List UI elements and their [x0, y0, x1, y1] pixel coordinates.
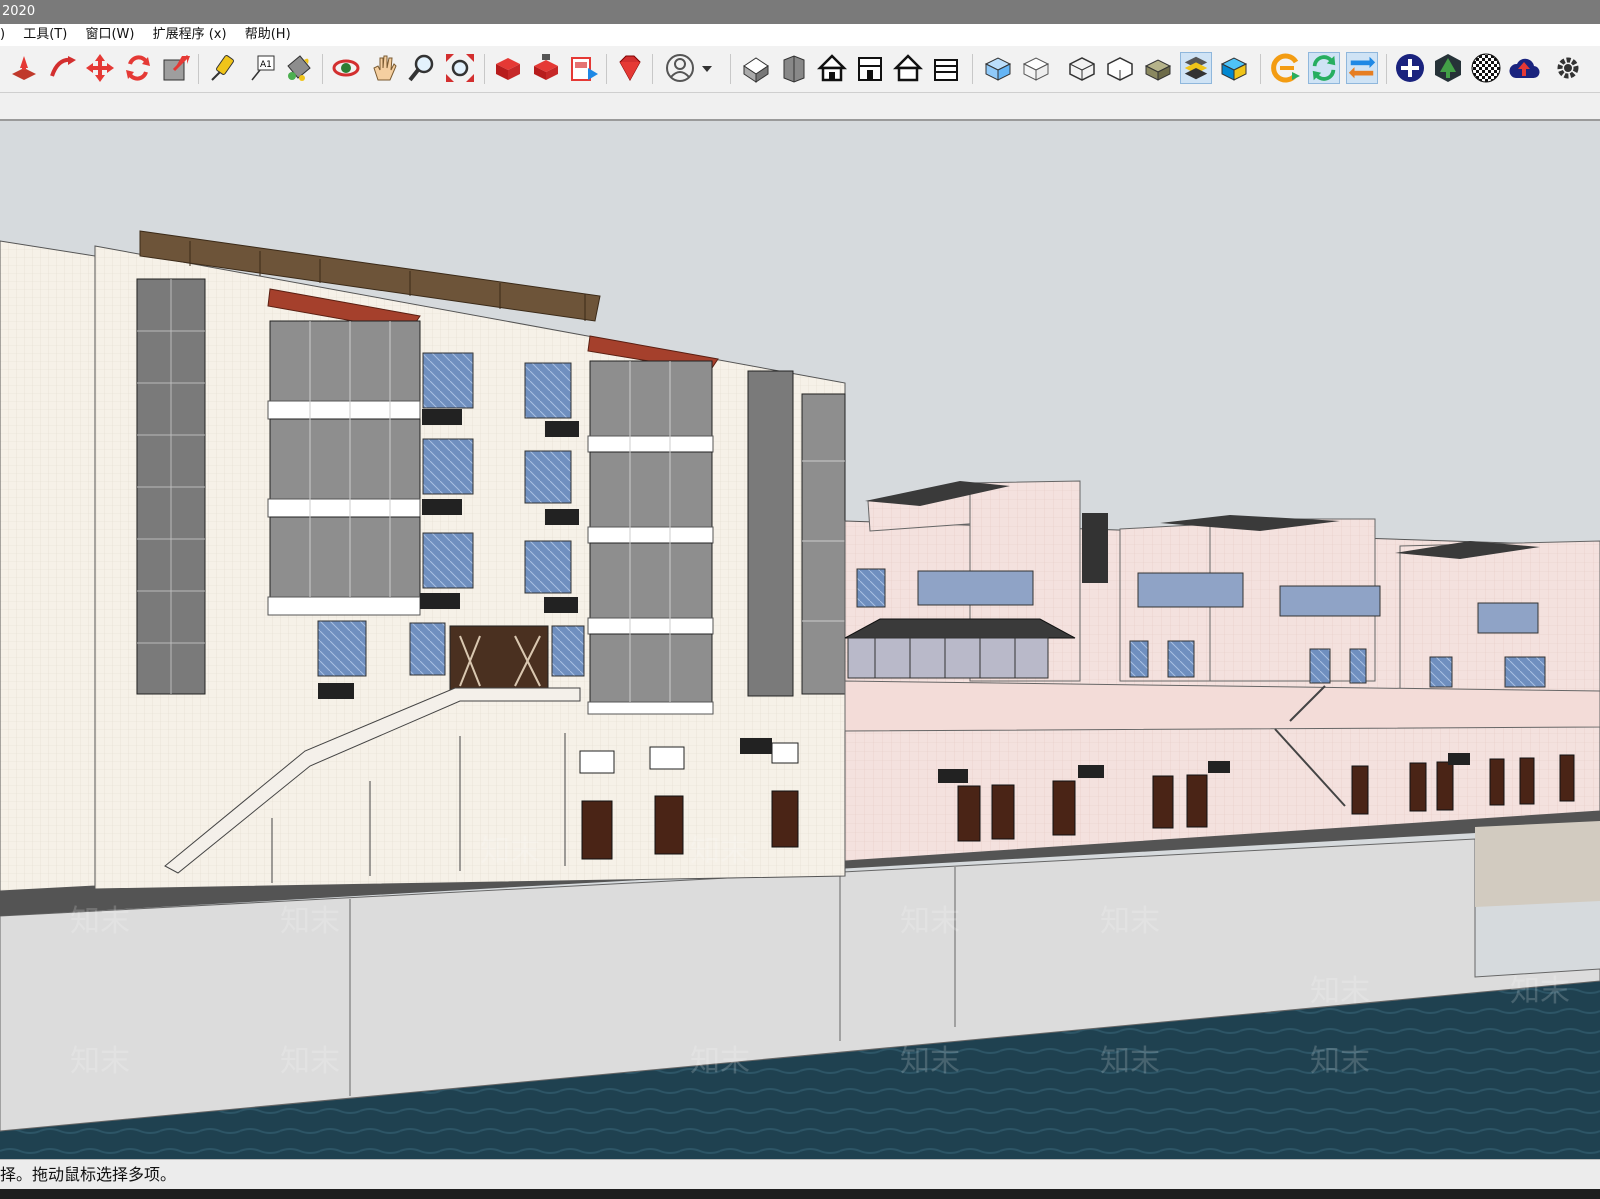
extension-warehouse-icon[interactable] — [530, 52, 562, 84]
orbit-icon[interactable] — [330, 52, 362, 84]
wireframe-icon[interactable] — [1066, 52, 1098, 84]
toolbar-separator — [198, 54, 199, 84]
status-text: 择。拖动鼠标选择多项。 — [0, 1165, 177, 1184]
watermark: 知末 — [70, 904, 130, 939]
watermark: 知末 — [480, 834, 540, 869]
text-label-icon[interactable]: A1 — [246, 52, 278, 84]
move-icon[interactable] — [84, 52, 116, 84]
back-view-icon[interactable] — [892, 52, 924, 84]
toolbar-separator — [972, 54, 973, 84]
right-view-icon[interactable] — [854, 52, 886, 84]
menu-window[interactable]: 窗口(W) — [85, 24, 134, 46]
shaded-textures-icon[interactable] — [1180, 52, 1212, 84]
scale-icon[interactable] — [160, 52, 192, 84]
tree-icon[interactable] — [1432, 52, 1464, 84]
toolbar-separator — [1260, 54, 1261, 84]
3d-warehouse-icon[interactable] — [492, 52, 524, 84]
plugin-e-icon[interactable] — [1270, 52, 1302, 84]
toolbar-separator — [484, 54, 485, 84]
top-view-icon[interactable] — [778, 52, 810, 84]
main-toolbar: A1 — [0, 46, 1600, 93]
zoom-extents-icon[interactable] — [444, 52, 476, 84]
watermark: 知末 — [690, 1044, 750, 1079]
watermark: 知末 — [900, 904, 960, 939]
status-bar: 择。拖动鼠标选择多项。 — [0, 1159, 1600, 1190]
add-icon[interactable] — [1394, 52, 1426, 84]
toolbar-separator — [606, 54, 607, 84]
tape-measure-icon[interactable] — [206, 52, 238, 84]
menu-help[interactable]: 帮助(H) — [245, 24, 291, 46]
account-dropdown-icon[interactable] — [698, 52, 716, 84]
svg-text:A1: A1 — [260, 60, 272, 70]
toolbar-separator — [1386, 54, 1387, 84]
account-icon[interactable] — [664, 52, 696, 84]
watermark: 知末 — [280, 904, 340, 939]
toolbar-separator — [322, 54, 323, 84]
switch-icon[interactable] — [1346, 52, 1378, 84]
title-bar: 2020 — [0, 0, 1600, 24]
watermark: 知末 — [1100, 904, 1160, 939]
back-edges-icon[interactable] — [1020, 52, 1052, 84]
follow-me-icon[interactable] — [46, 52, 78, 84]
monochrome-icon[interactable] — [1218, 52, 1250, 84]
iso-view-icon[interactable] — [740, 52, 772, 84]
watermark: 知末 — [280, 1044, 340, 1079]
paint-bucket-icon[interactable] — [282, 52, 314, 84]
settings-icon[interactable] — [1552, 52, 1582, 84]
push-pull-icon[interactable] — [8, 52, 40, 84]
watermark: 知末 — [690, 834, 750, 869]
far-embankment — [1475, 821, 1600, 907]
left-view-icon[interactable] — [930, 52, 962, 84]
rotate-icon[interactable] — [122, 52, 154, 84]
refresh-icon[interactable] — [1308, 52, 1340, 84]
toolbar-separator — [652, 54, 653, 84]
layout-send-icon[interactable] — [568, 52, 600, 84]
3d-viewport[interactable]: 知末 知末 知末 知末 知末 知末 知末 知末 知末 知末 知末 知末 知末 知… — [0, 121, 1600, 1159]
watermark: 知末 — [900, 1044, 960, 1079]
toolbar-gap — [0, 93, 1600, 121]
hidden-line-icon[interactable] — [1104, 52, 1136, 84]
shaded-icon[interactable] — [1142, 52, 1174, 84]
toolbar-separator — [730, 54, 731, 84]
ruby-console-icon[interactable] — [614, 52, 646, 84]
checker-icon[interactable] — [1470, 52, 1502, 84]
pan-icon[interactable] — [368, 52, 400, 84]
watermark: 知末 — [1100, 1044, 1160, 1079]
watermark: 知末 — [70, 1044, 130, 1079]
watermark: 知末 — [1310, 974, 1370, 1009]
cloud-upload-icon[interactable] — [1508, 52, 1540, 84]
menu-bar: ) 工具(T) 窗口(W) 扩展程序 (x) 帮助(H) — [0, 24, 1600, 46]
menu-tools[interactable]: 工具(T) — [23, 24, 67, 46]
zoom-icon[interactable] — [406, 52, 438, 84]
menu-edge-item[interactable]: ) — [0, 24, 5, 46]
watermark: 知末 — [1310, 1044, 1370, 1079]
window-title: 2020 — [2, 4, 36, 19]
front-view-icon[interactable] — [816, 52, 848, 84]
bottom-strip — [0, 1189, 1600, 1199]
xray-style-icon[interactable] — [982, 52, 1014, 84]
watermark: 知末 — [1510, 974, 1570, 1009]
menu-extensions[interactable]: 扩展程序 (x) — [153, 24, 227, 46]
